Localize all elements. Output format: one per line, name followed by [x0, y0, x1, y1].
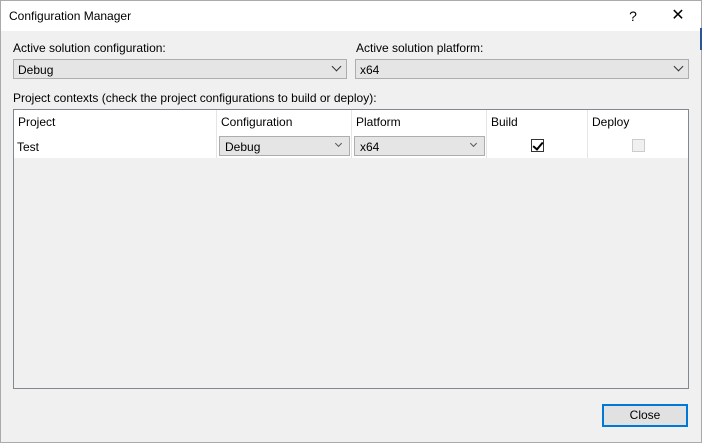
- column-header-platform[interactable]: Platform: [352, 110, 487, 134]
- checkmark-icon: [532, 139, 544, 151]
- close-window-button[interactable]: ✕: [660, 1, 696, 31]
- project-contexts-grid: Project Configuration Platform Build Dep…: [13, 109, 689, 389]
- title-bar: Configuration Manager ? ✕: [1, 1, 701, 31]
- chevron-down-icon: [334, 139, 343, 148]
- project-contexts-label: Project contexts (check the project conf…: [13, 91, 377, 105]
- close-button[interactable]: Close: [602, 404, 688, 427]
- column-header-configuration[interactable]: Configuration: [217, 110, 352, 134]
- active-config-value: Debug: [18, 63, 54, 77]
- column-header-project[interactable]: Project: [14, 110, 217, 134]
- chevron-down-icon: [331, 61, 342, 72]
- window-title: Configuration Manager: [9, 9, 132, 23]
- grid-header: Project Configuration Platform Build Dep…: [14, 110, 688, 135]
- column-header-build[interactable]: Build: [487, 110, 588, 134]
- configuration-manager-dialog: Configuration Manager ? ✕ Active solutio…: [0, 0, 702, 443]
- project-config-value: Debug: [225, 140, 261, 154]
- active-platform-label: Active solution platform:: [356, 41, 484, 55]
- deploy-checkbox: [632, 139, 645, 152]
- active-platform-dropdown[interactable]: x64: [355, 59, 689, 79]
- table-row[interactable]: Test Debug x64: [14, 134, 688, 158]
- chevron-down-icon: [673, 61, 684, 72]
- project-platform-dropdown[interactable]: x64: [354, 136, 485, 156]
- active-platform-value: x64: [360, 63, 380, 77]
- column-header-deploy[interactable]: Deploy: [588, 110, 688, 134]
- project-name: Test: [17, 140, 40, 154]
- chevron-down-icon: [469, 139, 478, 148]
- cell-deploy: [588, 134, 688, 158]
- help-button[interactable]: ?: [615, 1, 651, 31]
- active-config-label: Active solution configuration:: [13, 41, 166, 55]
- cell-configuration: Debug: [217, 134, 352, 158]
- cell-project: Test: [14, 134, 217, 158]
- project-platform-value: x64: [360, 140, 380, 154]
- cell-platform: x64: [352, 134, 487, 158]
- build-checkbox[interactable]: [531, 139, 544, 152]
- cell-build: [487, 134, 588, 158]
- project-config-dropdown[interactable]: Debug: [219, 136, 350, 156]
- active-config-dropdown[interactable]: Debug: [13, 59, 347, 79]
